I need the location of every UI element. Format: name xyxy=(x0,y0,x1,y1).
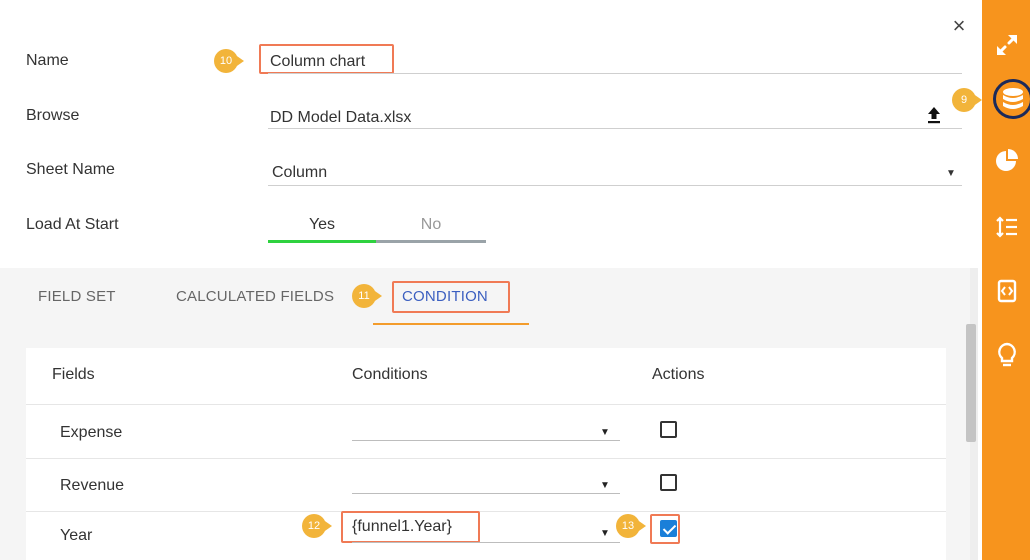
callout-9: 9 xyxy=(952,88,982,112)
toggle-yes-indicator xyxy=(268,240,376,243)
load-at-start-label: Load At Start xyxy=(26,216,119,233)
close-button[interactable]: × xyxy=(948,14,970,38)
expand-icon[interactable] xyxy=(994,32,1020,58)
row-separator xyxy=(26,458,946,459)
callout-12: 12 xyxy=(302,514,332,538)
table-row-field: Year xyxy=(60,527,93,544)
sort-list-icon[interactable] xyxy=(994,214,1020,240)
row-separator xyxy=(26,511,946,512)
pie-chart-icon[interactable] xyxy=(994,148,1020,174)
condition-select[interactable] xyxy=(352,542,620,543)
chevron-down-icon[interactable]: ▼ xyxy=(946,168,956,179)
browse-underline xyxy=(268,128,962,129)
table-row-field: Revenue xyxy=(60,477,125,494)
browse-label: Browse xyxy=(26,107,80,124)
name-label: Name xyxy=(26,52,69,69)
data-source-dialog: × Name 10 Column chart Browse DD Model D… xyxy=(0,0,1030,560)
browse-file-value[interactable]: DD Model Data.xlsx xyxy=(270,109,411,127)
active-tab-underline xyxy=(373,323,529,325)
table-scrollbar[interactable] xyxy=(966,324,976,442)
tab-calculated-fields[interactable]: CALCULATED FIELDS xyxy=(176,288,334,305)
chevron-down-icon[interactable]: ▼ xyxy=(600,480,610,491)
header-actions: Actions xyxy=(652,366,705,383)
chevron-down-icon[interactable]: ▼ xyxy=(600,427,610,438)
sheet-name-select[interactable]: Column xyxy=(272,164,327,182)
toggle-no-indicator xyxy=(376,240,486,243)
sheet-name-label: Sheet Name xyxy=(26,161,115,178)
tab-condition[interactable]: CONDITION xyxy=(402,288,488,305)
load-no-option[interactable]: No xyxy=(376,216,486,234)
header-fields: Fields xyxy=(52,366,95,383)
header-separator xyxy=(26,404,946,405)
action-checkbox-checked[interactable] xyxy=(660,520,677,537)
condition-select[interactable] xyxy=(352,440,620,441)
chevron-down-icon[interactable]: ▼ xyxy=(600,528,610,539)
action-checkbox[interactable] xyxy=(660,474,677,491)
database-icon[interactable] xyxy=(1000,86,1026,112)
callout-10: 10 xyxy=(214,49,244,73)
callout-13: 13 xyxy=(616,514,646,538)
condition-value[interactable]: {funnel1.Year} xyxy=(352,518,452,536)
header-conditions: Conditions xyxy=(352,366,428,383)
sheet-underline xyxy=(268,185,962,186)
load-yes-option[interactable]: Yes xyxy=(268,216,376,234)
name-input[interactable]: Column chart xyxy=(270,53,365,71)
code-frame-icon[interactable] xyxy=(994,278,1020,304)
lightbulb-icon[interactable] xyxy=(994,342,1020,368)
condition-select[interactable] xyxy=(352,493,620,494)
name-underline xyxy=(268,73,962,74)
tab-field-set[interactable]: FIELD SET xyxy=(38,288,116,305)
table-row-field: Expense xyxy=(60,424,123,441)
action-checkbox[interactable] xyxy=(660,421,677,438)
upload-icon[interactable] xyxy=(927,106,941,124)
conditions-table xyxy=(26,348,946,560)
callout-11: 11 xyxy=(352,284,382,308)
